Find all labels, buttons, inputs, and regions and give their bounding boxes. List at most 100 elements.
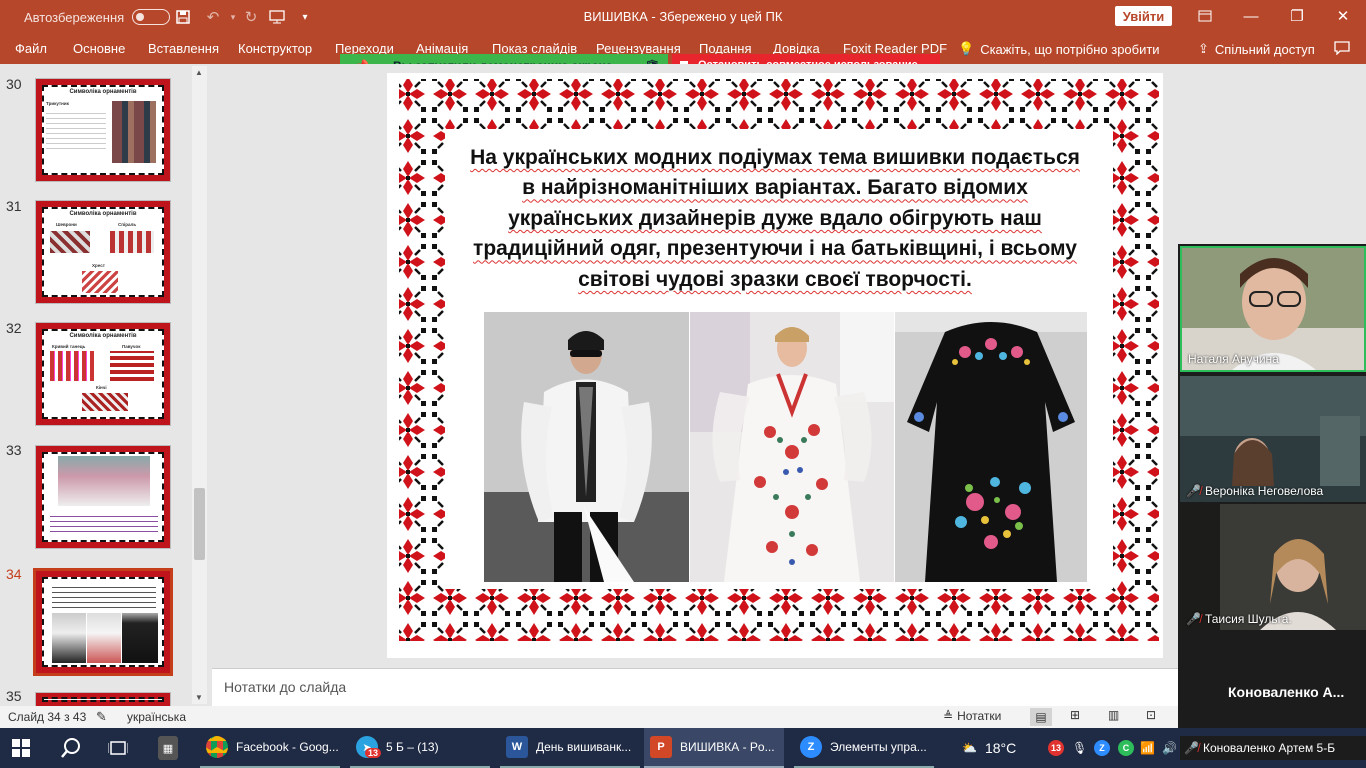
status-bar: Слайд 34 з 43 ✎ українська ≜ Нотатки ▤ ⊞… xyxy=(0,706,1366,728)
spellcheck-icon[interactable]: ✎ xyxy=(96,709,107,725)
thumb-number: 34 xyxy=(6,566,22,582)
thumb-label: Спіраль xyxy=(118,222,137,227)
taskbar-powerpoint[interactable]: P ВИШИВКА - Po... xyxy=(644,728,784,768)
slide-thumbnail-30[interactable]: Символіка орнаментів Трикутник xyxy=(35,78,171,182)
thumb-image xyxy=(87,613,121,663)
video-call-panel: Наталя Анучина 🎤̸ Вероніка Неговелова 🎤̸ Т… xyxy=(1178,244,1366,728)
tray-telegram-icon[interactable]: 13 xyxy=(1048,728,1064,768)
participant-tile[interactable]: 🎤̸ Таисия Шульга. xyxy=(1180,504,1366,630)
share-button[interactable]: ⇪ Спільний доступ xyxy=(1198,41,1315,57)
slide-body-text[interactable]: На українських модних подіумах тема виши… xyxy=(467,143,1083,295)
autosave-label: Автозбереження xyxy=(24,9,125,25)
tab-file[interactable]: Файл xyxy=(15,41,47,56)
notes-toggle-button[interactable]: ≜ Нотатки xyxy=(943,709,1001,723)
thumb-number: 33 xyxy=(6,442,22,458)
taskbar-label: День вишиванк... xyxy=(536,740,632,754)
taskbar-chrome[interactable]: Facebook - Goog... xyxy=(200,728,340,768)
taskbar-telegram[interactable]: ➤ 13 5 Б – (13) xyxy=(350,728,490,768)
thumb-number: 35 xyxy=(6,688,22,704)
slide-thumbnail-33[interactable] xyxy=(35,445,171,549)
weather-widget[interactable]: ⛅ 18°C xyxy=(962,728,1016,768)
network-icon[interactable]: 📶 xyxy=(1140,728,1155,768)
tab-home[interactable]: Основне xyxy=(73,41,125,56)
customize-toolbar-icon[interactable]: ▾ xyxy=(294,6,316,28)
thumb-image xyxy=(50,351,94,381)
telegram-badge: 13 xyxy=(365,748,382,758)
taskbar-label: Элементы упра... xyxy=(830,740,927,754)
thumb-number: 30 xyxy=(6,76,22,92)
participant-name-only[interactable]: Коноваленко А... xyxy=(1228,684,1344,700)
scrollbar-thumb[interactable] xyxy=(194,488,205,560)
slideshow-view-icon[interactable]: ⊡ xyxy=(1146,708,1156,722)
present-from-start-icon[interactable] xyxy=(266,6,288,28)
tray-app-icon[interactable]: C xyxy=(1118,728,1134,768)
minimize-icon[interactable]: — xyxy=(1228,0,1274,32)
current-slide[interactable]: На українських модних подіумах тема виши… xyxy=(387,73,1163,658)
calculator-icon[interactable]: ▦ xyxy=(158,728,178,768)
close-icon[interactable]: ✕ xyxy=(1320,0,1366,32)
slide-thumbnail-32[interactable]: Символіка орнаментів Кривий танець Павуч… xyxy=(35,322,171,426)
taskbar-label: Facebook - Goog... xyxy=(236,740,339,754)
microphone-icon[interactable]: 🎙 xyxy=(1072,728,1087,768)
thumb-label: Хрест xyxy=(92,263,105,268)
reading-view-icon[interactable]: ▥ xyxy=(1108,708,1119,722)
thumb-image xyxy=(82,271,118,293)
participant-tile[interactable]: Наталя Анучина xyxy=(1180,246,1366,372)
ornament-border xyxy=(36,693,170,706)
restore-icon[interactable]: ❐ xyxy=(1274,0,1320,32)
slide-thumbnail-35[interactable] xyxy=(35,692,171,706)
mic-off-icon: 🎤̸ xyxy=(1186,484,1201,498)
tab-design[interactable]: Конструктор xyxy=(238,41,312,56)
save-icon[interactable] xyxy=(172,6,194,28)
windows-start-icon[interactable] xyxy=(12,728,30,768)
tell-me-search[interactable]: 💡 Скажіть, що потрібно зробити xyxy=(958,41,1160,57)
ribbon-display-icon[interactable] xyxy=(1182,0,1228,32)
word-icon: W xyxy=(506,736,528,758)
slide-thumbnail-31[interactable]: Символіка орнаментів Шеврони Спіраль Хре… xyxy=(35,200,171,304)
weather-temp: 18°C xyxy=(984,740,1017,756)
autosave-toggle[interactable]: Автозбереження xyxy=(24,9,171,25)
thumb-image xyxy=(110,351,154,381)
participant-name: 🎤̸ Таисия Шульга. xyxy=(1186,612,1292,626)
zoom-icon: Z xyxy=(800,736,822,758)
active-speaker-label: 🎤̸ Коноваленко Артем 5-Б xyxy=(1180,736,1366,760)
powerpoint-icon: P xyxy=(650,736,672,758)
thumb-image xyxy=(52,613,86,663)
thumbnail-scrollbar[interactable]: ▲ ▼ xyxy=(192,66,207,704)
participant-tile[interactable]: 🎤̸ Вероніка Неговелова xyxy=(1180,376,1366,502)
runway-photo-2 xyxy=(690,312,894,582)
thumb-text-block xyxy=(46,109,106,149)
slide-sorter-icon[interactable]: ⊞ xyxy=(1070,708,1080,722)
taskbar-zoom[interactable]: Z Элементы упра... xyxy=(794,728,934,768)
redo-icon[interactable]: ↻ xyxy=(240,6,262,28)
notes-pane[interactable]: Нотатки до слайда xyxy=(212,668,1180,706)
thumb-label: Кривий танець xyxy=(52,344,86,349)
thumb-number: 32 xyxy=(6,320,22,336)
comments-icon[interactable] xyxy=(1334,41,1350,58)
mic-off-icon: 🎤̸ xyxy=(1184,741,1199,755)
task-view-icon[interactable] xyxy=(108,728,128,768)
volume-icon[interactable]: 🔊 xyxy=(1162,728,1177,768)
slide-thumbnail-34-selected[interactable] xyxy=(33,568,173,676)
tray-zoom-icon[interactable]: Z xyxy=(1094,728,1110,768)
thumb-image xyxy=(82,393,128,411)
toggle-switch[interactable] xyxy=(132,9,171,25)
thumb-image xyxy=(50,231,90,253)
thumb-image xyxy=(112,101,156,163)
tab-insert[interactable]: Вставлення xyxy=(148,41,219,56)
scroll-up-icon[interactable]: ▲ xyxy=(195,68,203,77)
normal-view-icon[interactable]: ▤ xyxy=(1030,708,1052,726)
tray-badge: 13 xyxy=(1048,740,1064,756)
search-icon[interactable] xyxy=(60,728,82,768)
undo-icon[interactable]: ↶ xyxy=(202,6,224,28)
thumb-image xyxy=(110,231,154,253)
thumb-title: Символіка орнаментів xyxy=(69,89,137,95)
taskbar-label: 5 Б – (13) xyxy=(386,740,439,754)
share-icon: ⇪ xyxy=(1198,41,1209,56)
signin-button[interactable]: Увійти xyxy=(1115,6,1172,26)
scroll-down-icon[interactable]: ▼ xyxy=(195,693,203,702)
language-indicator[interactable]: українська xyxy=(127,710,186,724)
telegram-icon: ➤ 13 xyxy=(356,736,382,758)
taskbar-word[interactable]: W День вишиванк... xyxy=(500,728,640,768)
participant-name: Наталя Анучина xyxy=(1188,352,1279,366)
